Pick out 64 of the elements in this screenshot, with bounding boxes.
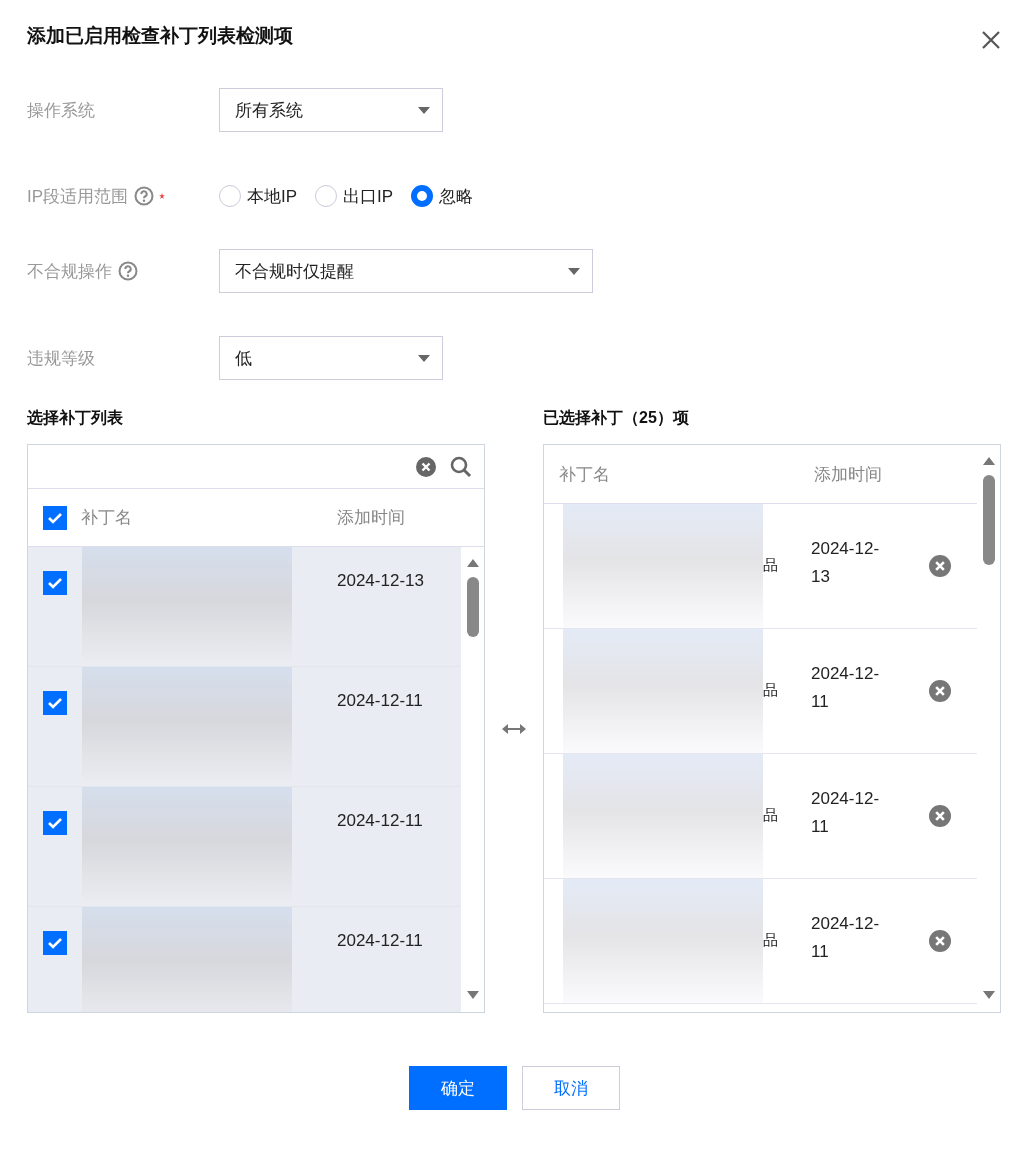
check-icon [47, 511, 63, 524]
field-label: 违规等级 [27, 347, 95, 370]
date-cell: 2024-12-11 [337, 811, 423, 831]
scroll-down-icon[interactable] [466, 991, 479, 999]
checkbox[interactable] [43, 505, 67, 530]
name-fragment: 品 [763, 555, 779, 575]
remove-icon[interactable] [929, 930, 951, 952]
select-field[interactable]: 低 [219, 336, 443, 380]
caret-icon [418, 106, 430, 114]
cancel-button[interactable]: 取消 [521, 1066, 620, 1110]
help-icon[interactable] [118, 261, 138, 281]
column-header: 添加时间 [337, 507, 405, 529]
date-cell-text: 2024-12-11 [811, 788, 881, 838]
date-cell-text: 2024-12-13 [811, 538, 881, 588]
confirm-button[interactable]: 确定 [408, 1066, 507, 1110]
remove-icon[interactable] [929, 555, 951, 577]
patch-row[interactable]: 2024-12-11 [28, 787, 461, 907]
field-label: 不合规操作 [27, 260, 112, 283]
caret-icon [418, 354, 430, 362]
field-label: IP段适用范围 [27, 185, 129, 208]
name-fragment: 品 [763, 930, 779, 950]
checkbox[interactable] [43, 691, 67, 715]
radio-option[interactable]: 忽略 [411, 184, 474, 208]
section-title: 选择补丁列表 [27, 408, 124, 428]
caret-icon [568, 267, 580, 275]
scroll-thumb[interactable] [466, 577, 479, 637]
remove-icon[interactable] [929, 805, 951, 827]
check-icon [47, 577, 63, 589]
field-label: 操作系统 [27, 99, 95, 122]
patch-row[interactable]: 2024-12-13 [28, 547, 461, 667]
scroll-up-icon[interactable] [466, 559, 479, 567]
column-header: 补丁名 [559, 463, 611, 486]
name-fragment: 品 [763, 805, 779, 825]
date-cell-text: 2024-12-11 [811, 913, 881, 963]
scroll-down-icon[interactable] [982, 991, 995, 999]
search-icon[interactable] [450, 455, 472, 478]
select-field[interactable]: 不合规时仅提醒 [219, 249, 593, 293]
dialog-title: 添加已启用检查补丁列表检测项 [27, 24, 293, 48]
checkbox[interactable] [43, 811, 67, 835]
patch-row[interactable]: 2024-12-11 [28, 907, 461, 1012]
close-icon[interactable] [981, 30, 1001, 50]
scroll-thumb[interactable] [982, 475, 995, 565]
checkbox[interactable] [43, 931, 67, 955]
date-cell: 2024-12-11 [337, 691, 423, 711]
check-icon [47, 817, 63, 829]
scroll-up-icon[interactable] [982, 457, 995, 465]
date-cell-text: 2024-12-11 [811, 663, 881, 713]
column-header: 补丁名 [81, 507, 133, 529]
help-icon[interactable] [134, 186, 155, 206]
date-cell: 2024-12-13 [337, 571, 424, 591]
column-header: 添加时间 [814, 463, 882, 486]
select-field[interactable]: 所有系统 [219, 88, 443, 132]
remove-icon[interactable] [929, 680, 951, 702]
radio-option[interactable]: 本地IP [219, 184, 298, 208]
checkbox[interactable] [43, 571, 67, 595]
transfer-arrows-icon [502, 722, 526, 735]
name-fragment: 品 [763, 680, 779, 700]
clear-icon[interactable] [416, 456, 436, 477]
patch-row[interactable]: 2024-12-11 [28, 667, 461, 787]
check-icon [47, 697, 63, 709]
date-cell: 2024-12-11 [337, 931, 423, 951]
check-icon [47, 937, 63, 949]
radio-option[interactable]: 出口IP [315, 184, 394, 208]
section-title: 已选择补丁（25）项 [543, 408, 690, 428]
